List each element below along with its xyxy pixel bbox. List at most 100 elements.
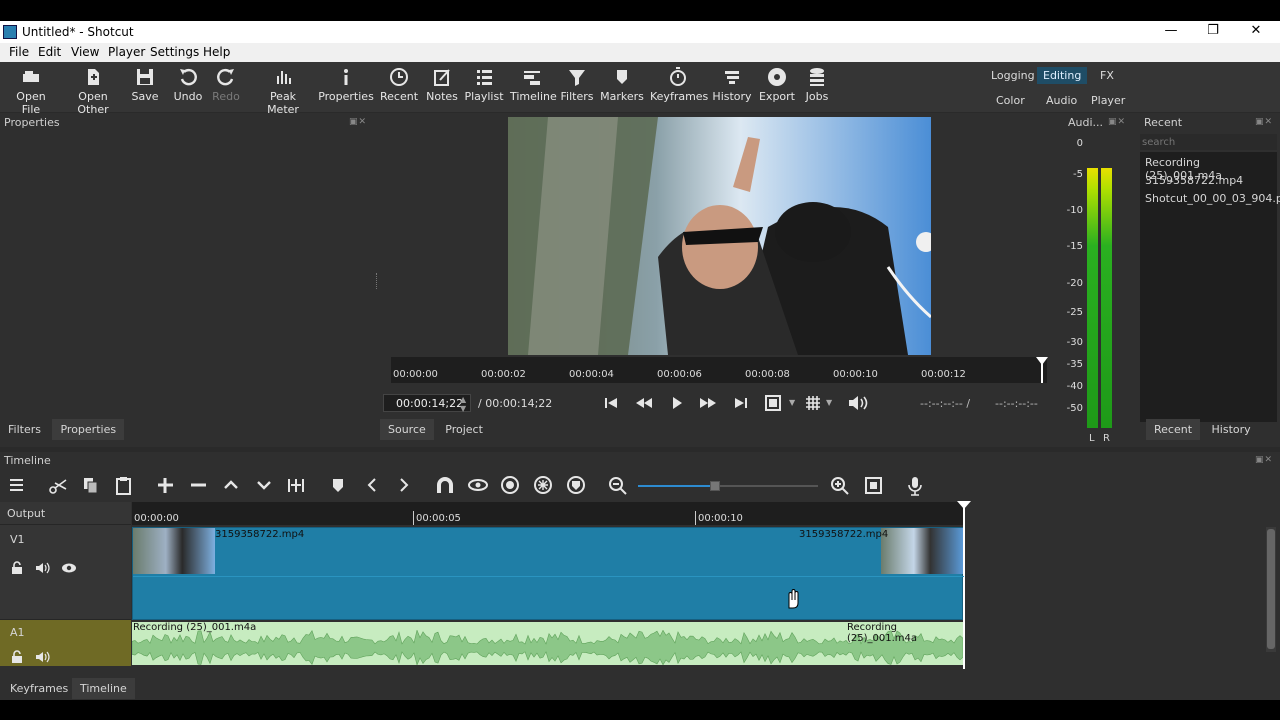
playlist-label: Playlist: [464, 90, 504, 103]
ripple-all-tracks-icon[interactable]: [533, 476, 553, 496]
cut-icon[interactable]: [48, 476, 68, 496]
mute-speaker-icon[interactable]: [35, 650, 51, 664]
keyframes-button[interactable]: Keyframes: [650, 66, 709, 103]
lift-icon[interactable]: [222, 476, 240, 496]
grid-dropdown-icon[interactable]: ▼: [826, 398, 832, 407]
copy-icon[interactable]: [82, 476, 100, 496]
skip-previous-icon[interactable]: [603, 395, 619, 411]
list-item[interactable]: 3159358722.mp4: [1145, 174, 1243, 187]
fast-forward-icon[interactable]: [699, 395, 717, 411]
menu-icon[interactable]: [8, 476, 26, 496]
audio-clip[interactable]: Recording (25)_001.m4a Recording (25)_00…: [132, 622, 963, 665]
video-preview[interactable]: [508, 117, 931, 355]
track-header-a1[interactable]: A1: [0, 620, 131, 666]
recent-search-input[interactable]: [1140, 134, 1277, 150]
jobs-button[interactable]: Jobs: [802, 66, 832, 103]
recent-button[interactable]: Recent: [378, 66, 420, 103]
list-item[interactable]: Shotcut_00_00_03_904.p...: [1145, 192, 1280, 205]
peak-meter-button[interactable]: Peak Meter: [254, 66, 312, 116]
menu-view[interactable]: View: [71, 45, 99, 59]
tab-history[interactable]: History: [1204, 419, 1259, 440]
layout-player[interactable]: Player: [1085, 92, 1131, 109]
tab-filters[interactable]: Filters: [0, 419, 49, 440]
zoom-slider-track[interactable]: [638, 481, 818, 491]
timeline-vertical-scrollbar[interactable]: [1266, 527, 1276, 652]
tab-recent[interactable]: Recent: [1146, 419, 1201, 440]
eye-icon[interactable]: [61, 561, 77, 575]
track-header-v1[interactable]: V1: [0, 525, 131, 620]
notes-button[interactable]: Notes: [424, 66, 460, 103]
play-icon[interactable]: [669, 395, 685, 411]
playlist-button[interactable]: Playlist: [464, 66, 504, 103]
zoom-dropdown-icon[interactable]: ▼: [789, 398, 795, 407]
ripple-markers-icon[interactable]: [566, 476, 586, 496]
remove-icon[interactable]: [189, 476, 207, 496]
menu-file[interactable]: File: [9, 45, 29, 59]
lock-icon[interactable]: [10, 561, 24, 575]
track-header-output[interactable]: Output: [0, 502, 131, 525]
grid-icon[interactable]: [804, 394, 822, 412]
zoom-fit-icon[interactable]: [764, 394, 782, 412]
tab-project[interactable]: Project: [437, 419, 491, 440]
tab-keyframes[interactable]: Keyframes: [2, 678, 76, 699]
next-marker-icon[interactable]: [396, 476, 412, 496]
skip-next-icon[interactable]: [733, 395, 749, 411]
open-file-button[interactable]: Open File: [6, 66, 56, 116]
ripple-icon[interactable]: [500, 476, 520, 496]
volume-icon[interactable]: [847, 394, 869, 412]
previous-marker-icon[interactable]: [364, 476, 380, 496]
append-icon[interactable]: [156, 476, 174, 496]
overwrite-icon[interactable]: [255, 476, 273, 496]
panel-float-close-icon[interactable]: ▣✕: [1255, 117, 1273, 127]
paste-icon[interactable]: [115, 476, 133, 496]
menu-player[interactable]: Player: [108, 45, 145, 59]
keyframes-label: Keyframes: [650, 90, 709, 103]
minimize-button[interactable]: —: [1150, 21, 1192, 43]
close-button[interactable]: ✕: [1235, 21, 1277, 43]
lock-icon[interactable]: [10, 650, 24, 664]
position-timecode-field[interactable]: 00:00:14;22 ▲ ▼: [383, 394, 471, 413]
filters-button[interactable]: Filters: [560, 66, 594, 103]
layout-audio[interactable]: Audio: [1040, 92, 1083, 109]
record-audio-mic-icon[interactable]: [906, 476, 924, 496]
panel-float-close-icon[interactable]: ▣✕: [349, 117, 367, 127]
zoom-timeline-fit-icon[interactable]: [864, 476, 884, 496]
panel-float-close-icon[interactable]: ▣✕: [1255, 455, 1273, 465]
rewind-icon[interactable]: [635, 395, 653, 411]
layout-editing[interactable]: Editing: [1037, 67, 1088, 84]
scrub-icon[interactable]: [467, 476, 489, 496]
player-ruler[interactable]: 00:00:00 00:00:02 00:00:04 00:00:06 00:0…: [391, 357, 1048, 383]
mute-speaker-icon[interactable]: [35, 561, 51, 575]
markers-button[interactable]: Markers: [600, 66, 644, 103]
panel-float-close-icon[interactable]: ▣✕: [1108, 117, 1126, 127]
undo-button[interactable]: Undo: [172, 66, 204, 103]
timecode-spin-icon[interactable]: ▲ ▼: [460, 395, 466, 413]
scrollbar-thumb[interactable]: [1267, 529, 1275, 649]
history-button[interactable]: History: [712, 66, 752, 103]
open-other-button[interactable]: Open Other: [62, 66, 124, 116]
video-clip[interactable]: 3159358722.mp4 3159358722.mp4: [132, 527, 964, 620]
timeline-button[interactable]: Timeline: [510, 66, 557, 103]
tab-source[interactable]: Source: [380, 419, 434, 440]
properties-button[interactable]: Properties: [318, 66, 374, 103]
maximize-button[interactable]: ❐: [1192, 21, 1234, 43]
menu-help[interactable]: Help: [203, 45, 230, 59]
menu-edit[interactable]: Edit: [38, 45, 61, 59]
tab-properties[interactable]: Properties: [52, 419, 125, 440]
zoom-in-icon[interactable]: [830, 476, 850, 496]
split-icon[interactable]: [286, 476, 306, 496]
menu-settings[interactable]: Settings: [150, 45, 199, 59]
layout-logging[interactable]: Logging: [985, 67, 1041, 84]
redo-button[interactable]: Redo: [210, 66, 242, 103]
zoom-slider-handle[interactable]: [710, 481, 720, 491]
layout-color[interactable]: Color: [990, 92, 1031, 109]
snap-magnet-icon[interactable]: [435, 476, 455, 496]
export-button[interactable]: Export: [758, 66, 796, 103]
save-button[interactable]: Save: [130, 66, 160, 103]
player-playhead-icon[interactable]: [1036, 357, 1048, 383]
marker-icon[interactable]: [330, 476, 346, 496]
tab-timeline[interactable]: Timeline: [72, 678, 135, 699]
zoom-out-icon[interactable]: [608, 476, 628, 496]
layout-fx[interactable]: FX: [1094, 67, 1120, 84]
timeline-ruler[interactable]: 00:00:00 00:00:05 00:00:10: [132, 502, 964, 525]
